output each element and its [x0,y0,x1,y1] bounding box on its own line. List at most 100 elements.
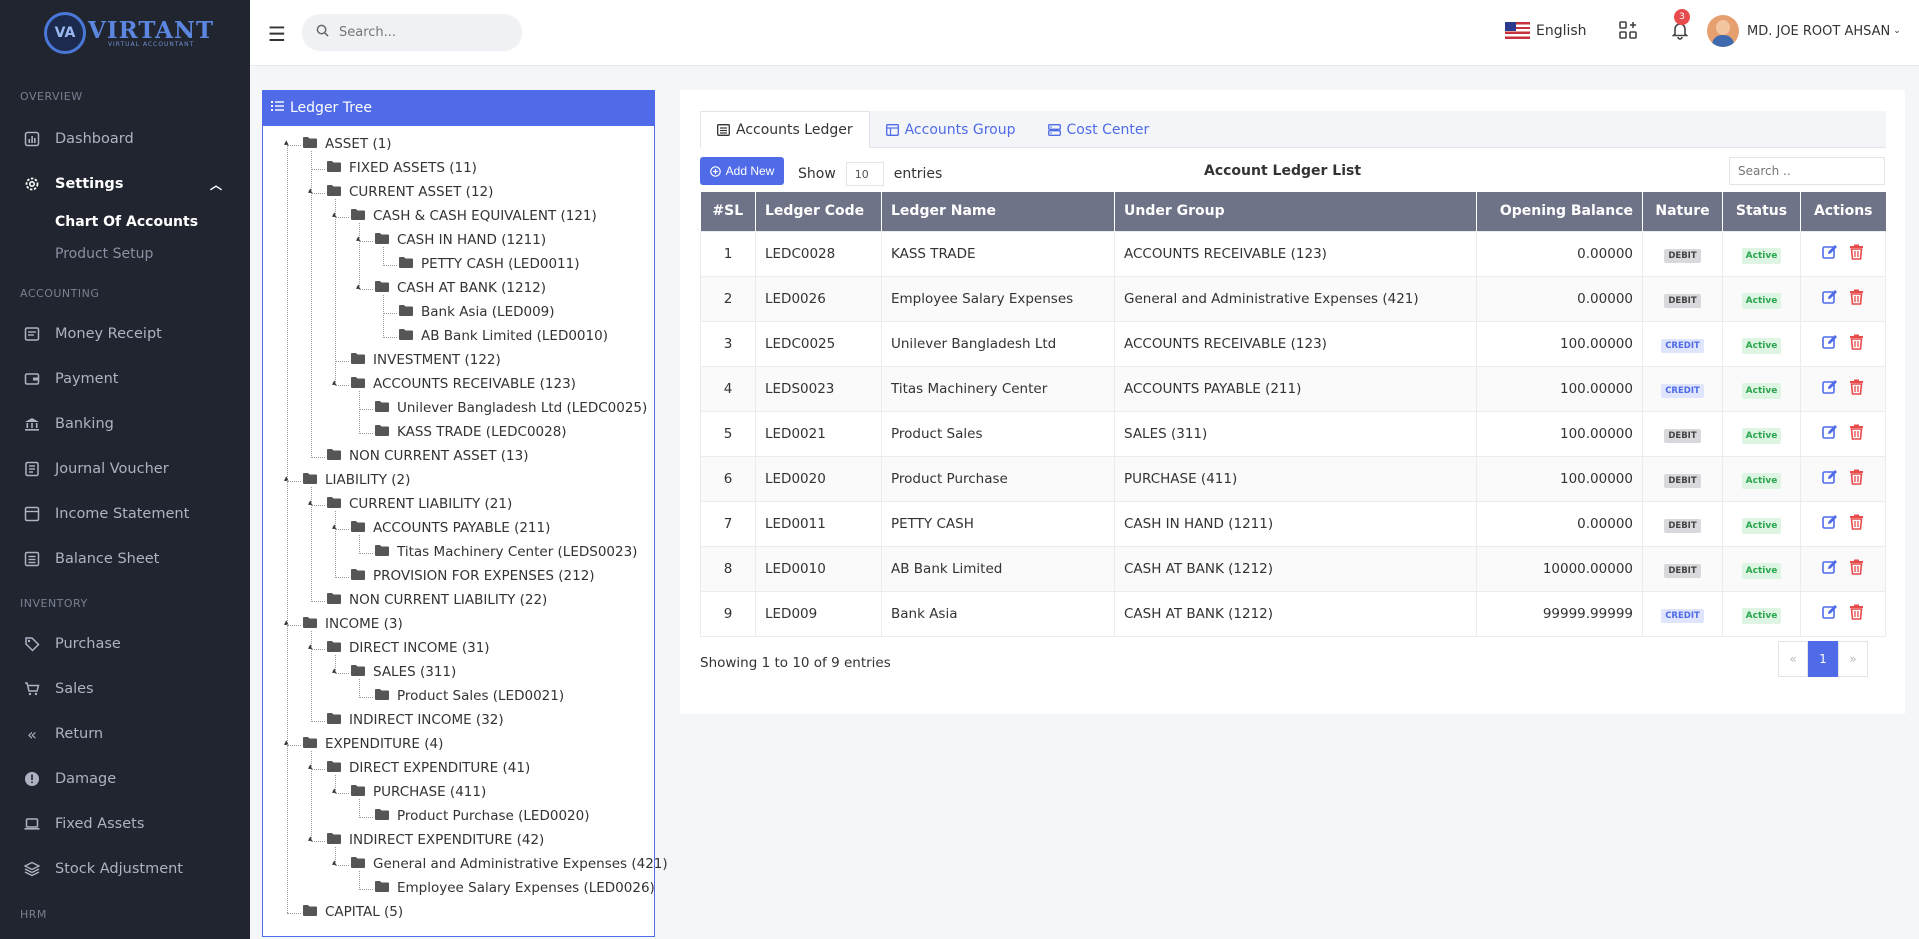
sidebar-item-money-receipt[interactable]: Money Receipt [0,314,250,354]
edit-icon[interactable] [1822,424,1838,444]
folder-icon [327,448,341,464]
trash-icon[interactable] [1849,244,1864,264]
tree-node[interactable]: Product Sales (LED0021) [375,688,564,704]
sidebar-item-return[interactable]: « Return [0,714,250,754]
sidebar-subitem-product-setup[interactable]: Product Setup [55,246,153,262]
edit-icon[interactable] [1822,559,1838,579]
col-sl[interactable]: #SL [700,192,756,231]
trash-icon[interactable] [1849,379,1864,399]
sidebar-item-label: Journal Voucher [55,461,169,477]
tree-node[interactable]: Unilever Bangladesh Ltd (LEDC0025) [375,400,647,416]
tree-node[interactable]: Titas Machinery Center (LEDS0023) [375,544,637,560]
sheet-icon [24,551,40,567]
tree-connector [311,193,325,194]
tree-node[interactable]: INVESTMENT (122) [351,352,501,368]
tree-node[interactable]: DIRECT EXPENDITURE (41) [327,760,530,776]
edit-icon[interactable] [1822,334,1838,354]
user-menu[interactable]: MD. JOE ROOT AHSAN ⌄ [1707,15,1901,47]
tree-node[interactable]: LIABILITY (2) [303,472,410,488]
edit-icon[interactable] [1822,604,1838,624]
trash-icon[interactable] [1849,604,1864,624]
tree-node[interactable]: PROVISION FOR EXPENSES (212) [351,568,595,584]
tree-node[interactable]: PURCHASE (411) [351,784,486,800]
trash-icon[interactable] [1849,469,1864,489]
tab-accounts-group[interactable]: Accounts Group [870,111,1032,148]
sidebar-item-damage[interactable]: Damage [0,759,250,799]
sidebar-item-banking[interactable]: Banking [0,404,250,444]
trash-icon[interactable] [1849,424,1864,444]
tree-node[interactable]: CASH IN HAND (1211) [375,232,546,248]
tree-node[interactable]: NON CURRENT ASSET (13) [327,448,529,464]
sidebar-item-sales[interactable]: Sales [0,669,250,709]
tree-node[interactable]: ACCOUNTS RECEIVABLE (123) [351,376,576,392]
add-new-button[interactable]: Add New [700,157,784,185]
sidebar-subitem-chart-of-accounts[interactable]: Chart Of Accounts [55,214,198,230]
col-nature[interactable]: Nature [1642,192,1723,231]
edit-icon[interactable] [1822,289,1838,309]
sidebar-item-income-statement[interactable]: Income Statement [0,494,250,534]
trash-icon[interactable] [1849,334,1864,354]
tree-node[interactable]: Product Purchase (LED0020) [375,808,589,824]
tree-node[interactable]: CASH AT BANK (1212) [375,280,546,296]
tree-node[interactable]: PETTY CASH (LED0011) [399,256,579,272]
status-badge: Active [1741,562,1782,579]
tree-node[interactable]: KASS TRADE (LEDC0028) [375,424,567,440]
sidebar-item-journal-voucher[interactable]: Journal Voucher [0,449,250,489]
edit-icon[interactable] [1822,469,1838,489]
sidebar-item-dashboard[interactable]: Dashboard [0,119,250,159]
tree-node[interactable]: AB Bank Limited (LED0010) [399,328,608,344]
tree-node[interactable]: ASSET (1) [303,136,392,152]
tree-node[interactable]: INDIRECT INCOME (32) [327,712,504,728]
tree-node[interactable]: General and Administrative Expenses (421… [351,856,668,872]
col-opening-balance[interactable]: Opening Balance [1476,192,1643,231]
trash-icon[interactable] [1849,559,1864,579]
tree-node[interactable]: CAPITAL (5) [303,904,403,920]
sidebar-item-settings[interactable]: Settings ︿ [0,164,250,204]
col-ledger-code[interactable]: Ledger Code [755,192,882,231]
folder-icon [375,688,389,704]
tree-node[interactable]: Employee Salary Expenses (LED0026) [375,880,655,896]
tree-node[interactable]: SALES (311) [351,664,456,680]
tab-cost-center[interactable]: Cost Center [1032,111,1166,148]
global-search[interactable] [302,14,522,51]
tree-node[interactable]: NON CURRENT LIABILITY (22) [327,592,547,608]
tree-guide [311,631,312,722]
tree-node[interactable]: Bank Asia (LED009) [399,304,555,320]
sidebar-item-payment[interactable]: Payment [0,359,250,399]
tree-node[interactable]: INCOME (3) [303,616,403,632]
tree-guide [359,223,360,290]
tree-node[interactable]: INDIRECT EXPENDITURE (42) [327,832,544,848]
tree-node[interactable]: CURRENT ASSET (12) [327,184,493,200]
brand-logo[interactable]: VA VIRTANT VIRTUAL ACCOUNTANT [0,0,250,66]
language-selector[interactable]: English [1505,22,1587,39]
status-badge: Active [1741,517,1782,534]
search-input[interactable] [339,25,499,40]
pager-page-1[interactable]: 1 [1808,641,1838,677]
apps-grid-icon[interactable] [1618,20,1638,44]
col-under-group[interactable]: Under Group [1114,192,1477,231]
page-length-select[interactable]: 10 [845,162,884,186]
trash-icon[interactable] [1849,289,1864,309]
pager-next[interactable]: » [1838,641,1868,677]
sidebar-item-fixed-assets[interactable]: Fixed Assets [0,804,250,844]
tree-node[interactable]: EXPENDITURE (4) [303,736,443,752]
sidebar-item-purchase[interactable]: Purchase [0,624,250,664]
sidebar-item-balance-sheet[interactable]: Balance Sheet [0,539,250,579]
edit-icon[interactable] [1822,514,1838,534]
tree-node[interactable]: FIXED ASSETS (11) [327,160,477,176]
col-ledger-name[interactable]: Ledger Name [881,192,1115,231]
sidebar-item-stock-adjustment[interactable]: Stock Adjustment [0,849,250,889]
tree-node[interactable]: DIRECT INCOME (31) [327,640,490,656]
journal-icon [24,461,40,477]
edit-icon[interactable] [1822,379,1838,399]
trash-icon[interactable] [1849,514,1864,534]
hamburger-menu-icon[interactable]: ☰ [268,22,286,46]
pager-prev[interactable]: « [1778,641,1808,677]
table-search-input[interactable] [1729,157,1885,185]
tab-accounts-ledger[interactable]: Accounts Ledger [700,111,870,148]
tree-node[interactable]: CASH & CASH EQUIVALENT (121) [351,208,597,224]
tree-node[interactable]: CURRENT LIABILITY (21) [327,496,512,512]
tree-node[interactable]: ACCOUNTS PAYABLE (211) [351,520,550,536]
edit-icon[interactable] [1822,244,1838,264]
col-status[interactable]: Status [1722,192,1801,231]
